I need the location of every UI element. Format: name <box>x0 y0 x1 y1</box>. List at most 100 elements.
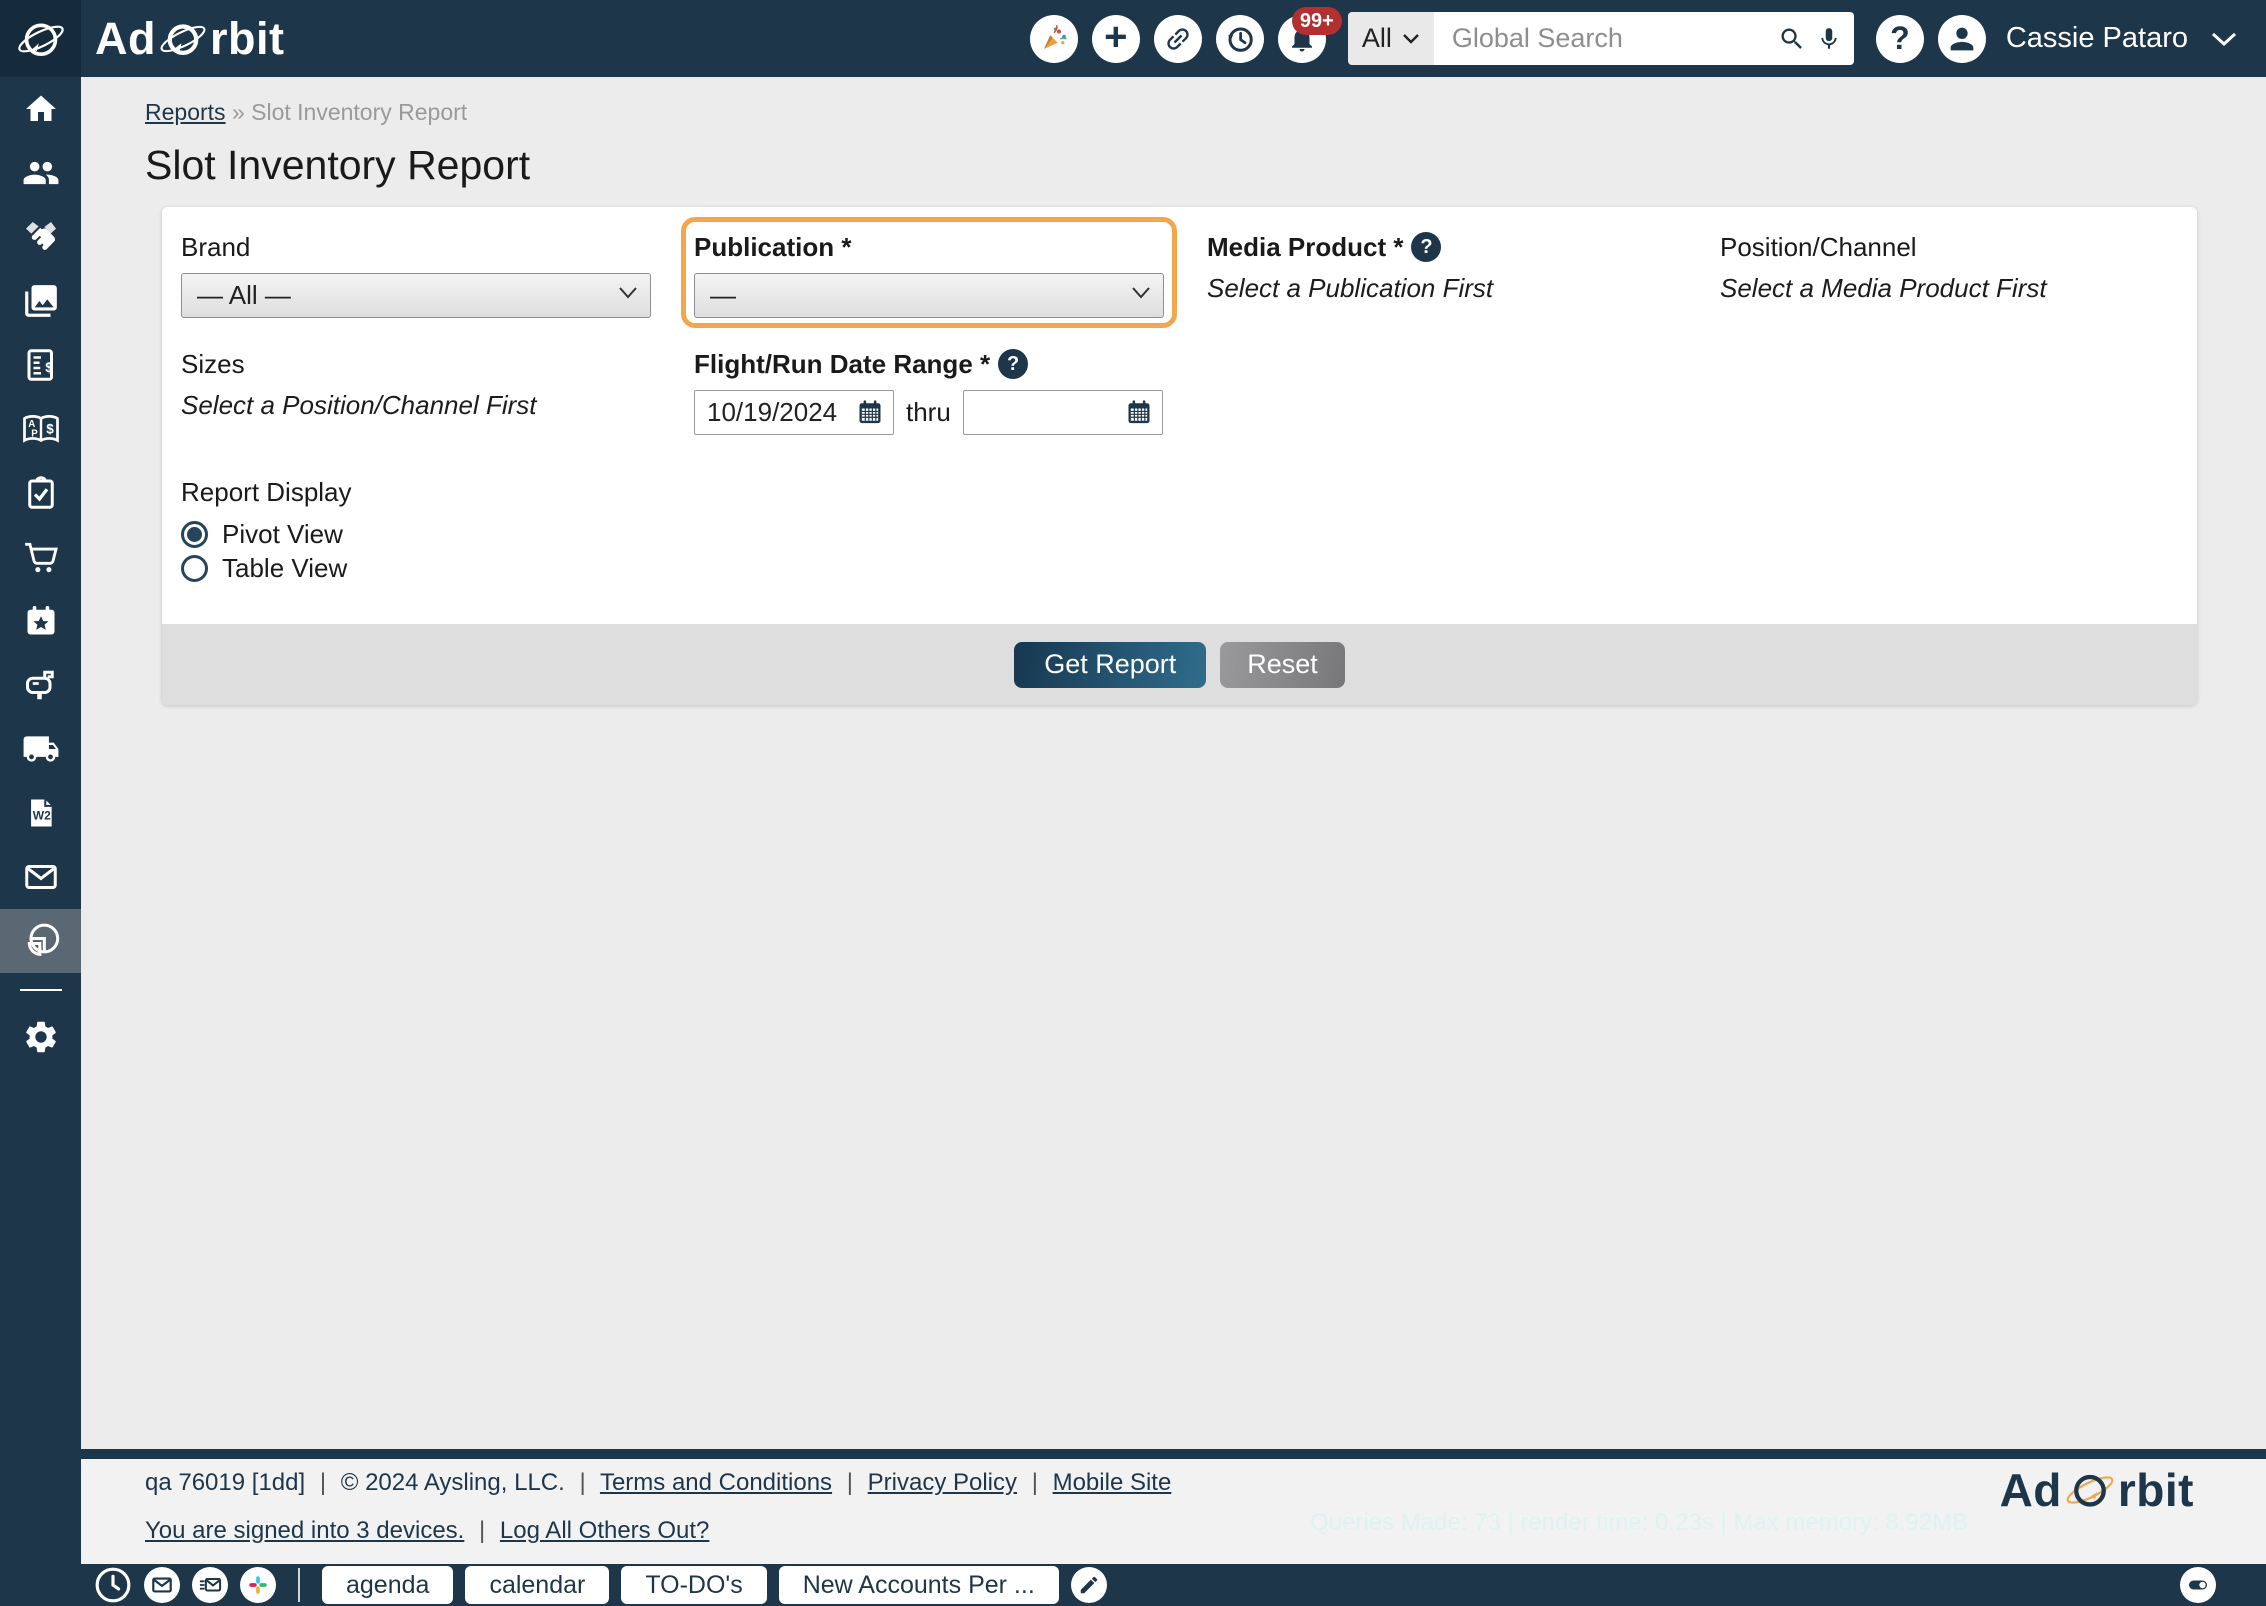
logo-text-ad: Ad <box>95 12 156 64</box>
radio-button[interactable] <box>181 520 208 548</box>
publication-select[interactable]: — <box>694 273 1164 318</box>
handshake-icon <box>25 222 56 250</box>
recent-activity-button[interactable] <box>94 1566 132 1604</box>
billing-document-icon: $ <box>27 349 53 381</box>
brand-label: Brand <box>181 231 251 262</box>
date-range-label: Flight/Run Date Range * ? <box>694 348 1677 380</box>
breadcrumb-reports-link[interactable]: Reports <box>145 99 226 125</box>
todos-button[interactable]: TO-DO's <box>621 1566 767 1604</box>
home-icon <box>25 95 56 121</box>
notes-button[interactable] <box>1070 1567 1107 1603</box>
main-content: Reports » Slot Inventory Report Slot Inv… <box>81 77 2266 1449</box>
search-box <box>1433 12 1854 65</box>
terms-link[interactable]: Terms and Conditions <box>600 1469 832 1496</box>
logo-text-rbit: rbit <box>210 12 285 64</box>
sidebar-item-billing[interactable]: $ <box>0 333 81 397</box>
app-root: Ad rbit + 99+ All Global Search ? Cassie… <box>0 0 2266 1606</box>
card-body: Brand — All — Publication * — Media Prod… <box>162 207 2197 624</box>
slack-button[interactable] <box>240 1567 276 1603</box>
links-button[interactable] <box>1153 14 1202 63</box>
notifications-button[interactable]: 99+ <box>1277 6 1342 63</box>
mobile-site-link[interactable]: Mobile Site <box>1053 1469 1172 1496</box>
rate-book-icon: A P $ <box>22 415 59 443</box>
sidebar-logo-corner[interactable] <box>0 0 81 77</box>
help-button[interactable]: ? <box>1875 14 1924 63</box>
bottombar-divider <box>298 1568 300 1602</box>
report-display-label: Report Display <box>181 477 352 507</box>
chevron-down-icon <box>1132 287 1150 299</box>
sidebar-item-media-library[interactable] <box>0 269 81 333</box>
footer-separator: | <box>319 1469 327 1496</box>
get-report-button[interactable]: Get Report <box>1014 641 1207 688</box>
email-campaign-button[interactable] <box>192 1567 228 1603</box>
footer-separator: | <box>479 1517 486 1544</box>
microphone-icon[interactable] <box>1816 25 1842 53</box>
sidebar-item-w2[interactable]: W2 <box>0 781 81 845</box>
search-icon[interactable] <box>1778 25 1806 53</box>
email-icon <box>152 1577 172 1593</box>
footer-env: qa 76019 [1dd] <box>145 1469 306 1496</box>
new-accounts-button[interactable]: New Accounts Per ... <box>778 1566 1059 1604</box>
sizes-label: Sizes <box>181 348 245 379</box>
radio-table-view[interactable]: Table View <box>181 552 2177 584</box>
sidebar-item-home[interactable] <box>0 77 81 141</box>
footer-separator: | <box>579 1469 586 1496</box>
footer-logo: Ad rbit <box>2000 1463 2194 1517</box>
brand-select[interactable]: — All — <box>181 273 651 318</box>
agenda-button[interactable]: agenda <box>322 1566 454 1604</box>
devices-link[interactable]: You are signed into 3 devices. <box>145 1517 464 1544</box>
brand-field: Brand — All — <box>181 231 651 318</box>
help-icon[interactable]: ? <box>1411 232 1442 262</box>
party-popper-icon <box>1043 24 1067 49</box>
user-menu-toggle[interactable] <box>2210 31 2238 47</box>
report-filter-card: Brand — All — Publication * — Media Prod… <box>162 207 2197 705</box>
avatar[interactable] <box>1937 14 1986 63</box>
email-shortcut-button[interactable] <box>144 1567 180 1603</box>
sidebar-item-reports[interactable] <box>0 909 81 973</box>
user-avatar-icon <box>1950 27 1974 50</box>
bottombar: agenda calendar TO-DO's New Accounts Per… <box>0 1564 2266 1606</box>
app-logo[interactable]: Ad rbit <box>95 13 285 65</box>
global-search: All <box>1347 12 1854 65</box>
sidebar-item-settings[interactable] <box>0 1005 81 1069</box>
footer: qa 76019 [1dd] | © 2024 Aysling, LLC. | … <box>81 1459 2266 1564</box>
footer-logo-rbit: rbit <box>2117 1464 2194 1516</box>
cart-icon <box>24 542 58 573</box>
sidebar-item-email[interactable] <box>0 845 81 909</box>
quick-add-button[interactable]: + <box>1091 14 1140 63</box>
sidebar-item-deals[interactable] <box>0 205 81 269</box>
date-range-row: thru <box>694 390 1677 435</box>
reset-button[interactable]: Reset <box>1220 641 1345 688</box>
media-product-field: Media Product * ? Select a Publication F… <box>1207 231 1677 318</box>
bottombar-toggle[interactable] <box>2180 1567 2216 1603</box>
calendar-icon[interactable] <box>1125 398 1153 426</box>
date-range-label-text: Flight/Run Date Range * <box>694 348 991 379</box>
log-others-out-link[interactable]: Log All Others Out? <box>500 1517 709 1544</box>
email-campaign-icon <box>199 1578 222 1592</box>
email-icon <box>24 865 57 889</box>
sidebar-item-tasks[interactable] <box>0 461 81 525</box>
history-button[interactable] <box>1215 14 1264 63</box>
plus-icon: + <box>1104 14 1128 59</box>
calendar-icon[interactable] <box>856 398 884 426</box>
footer-logo-ad: Ad <box>1999 1464 2062 1516</box>
sidebar-item-events[interactable] <box>0 589 81 653</box>
chevron-down-icon <box>2211 32 2237 46</box>
sidebar-item-distribution[interactable] <box>0 717 81 781</box>
sidebar-item-rate-card[interactable]: A P $ <box>0 397 81 461</box>
sidebar-item-mailbox[interactable] <box>0 653 81 717</box>
radio-pivot-view[interactable]: Pivot View <box>181 518 2177 550</box>
help-icon[interactable]: ? <box>998 349 1029 379</box>
footer-separator: | <box>1031 1469 1038 1496</box>
search-scope-dropdown[interactable]: All <box>1347 12 1434 65</box>
radio-button[interactable] <box>181 554 208 582</box>
calendar-button[interactable]: calendar <box>465 1566 610 1604</box>
sidebar-item-contacts[interactable] <box>0 141 81 205</box>
position-channel-hint: Select a Media Product First <box>1720 273 2047 303</box>
position-channel-label: Position/Channel <box>1720 231 1917 262</box>
whats-new-button[interactable] <box>1029 14 1078 63</box>
radio-label: Pivot View <box>222 518 343 549</box>
privacy-link[interactable]: Privacy Policy <box>868 1469 1017 1496</box>
sidebar-item-orders[interactable] <box>0 525 81 589</box>
user-name[interactable]: Cassie Pataro <box>2006 22 2188 55</box>
